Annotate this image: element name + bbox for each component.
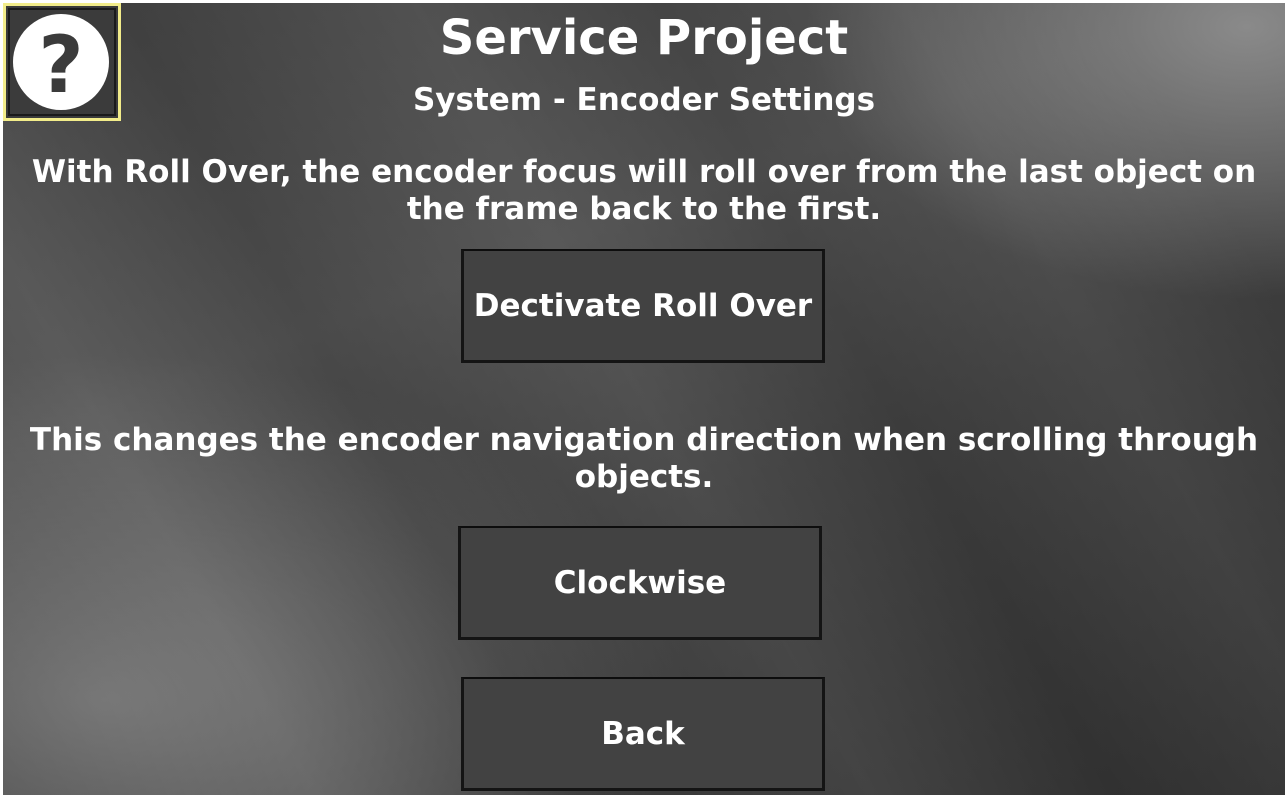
deactivate-rollover-label: Dectivate Roll Over — [473, 287, 813, 324]
direction-toggle-label: Clockwise — [553, 564, 727, 601]
direction-description: This changes the encoder navigation dire… — [29, 422, 1259, 495]
page-subtitle: System - Encoder Settings — [412, 82, 876, 118]
rollover-description: With Roll Over, the encoder focus will r… — [31, 154, 1257, 227]
page-title: Service Project — [439, 10, 849, 66]
back-button[interactable]: Back — [461, 677, 825, 791]
deactivate-rollover-button[interactable]: Dectivate Roll Over — [461, 249, 825, 363]
direction-toggle-button[interactable]: Clockwise — [458, 526, 822, 640]
encoder-settings-screen: ? Service Project System - Encoder Setti… — [3, 3, 1285, 795]
back-label: Back — [601, 715, 685, 752]
